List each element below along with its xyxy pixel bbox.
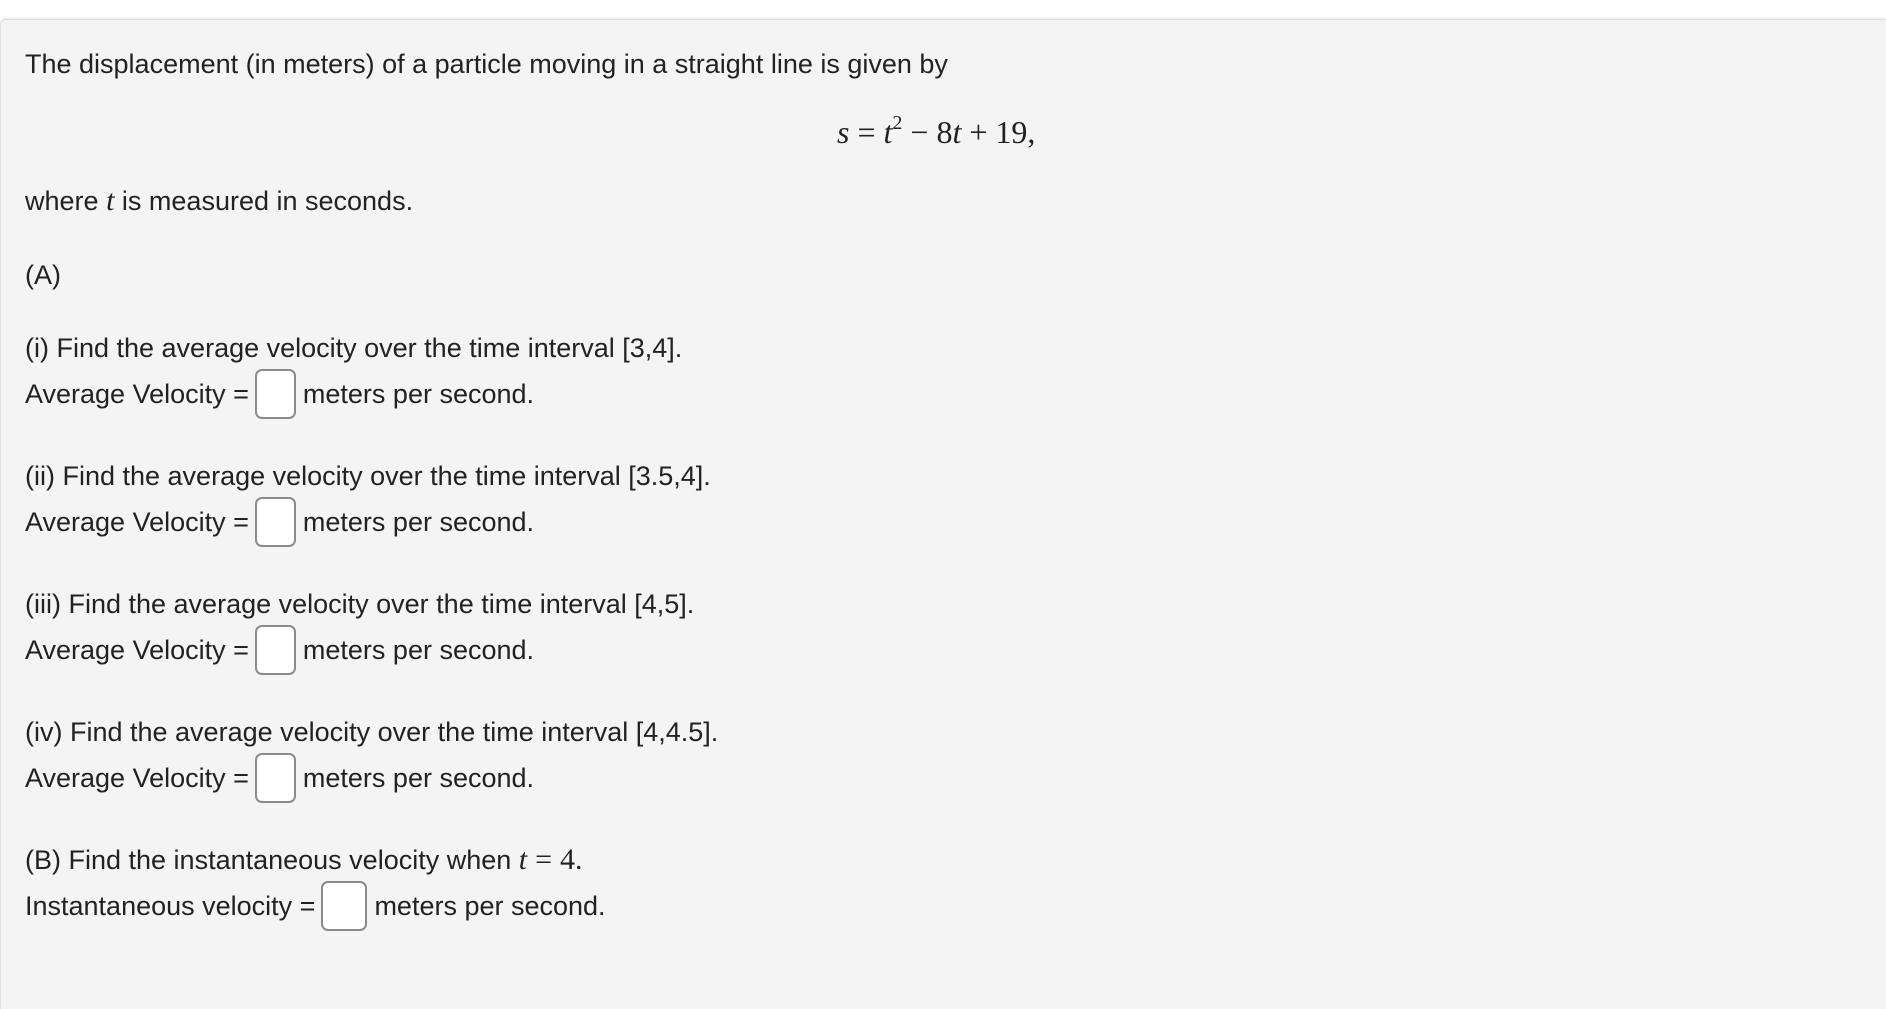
part-a-label: (A)	[25, 260, 61, 290]
question-2-answer-row: Average Velocity = meters per second.	[25, 497, 534, 547]
where-prefix: where	[25, 186, 99, 216]
question-2-prompt: (ii) Find the average velocity over the …	[25, 461, 711, 491]
where-var: t	[106, 184, 115, 217]
part-b-var: t	[518, 843, 528, 876]
part-b-prompt: (B) Find the instantaneous velocity when…	[25, 844, 583, 876]
question-4-units: meters per second.	[302, 763, 535, 793]
question-2-units: meters per second.	[302, 507, 535, 537]
question-4-answer-label: Average Velocity =	[25, 763, 249, 793]
part-b-answer-label: Instantaneous velocity =	[25, 891, 316, 921]
question-1-prompt: (i) Find the average velocity over the t…	[25, 333, 683, 363]
eq-plus: +	[969, 114, 988, 150]
part-b-prompt-prefix: (B) Find the instantaneous velocity when	[25, 845, 512, 875]
eq-lhs: s	[837, 114, 850, 150]
eq-exponent: 2	[892, 112, 903, 134]
eq-constant: 19,	[995, 114, 1036, 150]
question-1-answer-input[interactable]	[254, 369, 296, 419]
where-clause: where t is measured in seconds.	[25, 185, 413, 217]
part-b-units: meters per second.	[374, 891, 606, 921]
question-3-units: meters per second.	[302, 635, 535, 665]
part-b-equals: =	[535, 843, 553, 876]
question-3-answer-label: Average Velocity =	[25, 635, 249, 665]
eq-term2: 8t	[936, 114, 962, 150]
problem-intro: The displacement (in meters) of a partic…	[25, 49, 948, 79]
question-3-prompt: (iii) Find the average velocity over the…	[25, 589, 695, 619]
question-1-answer-row: Average Velocity = meters per second.	[25, 369, 534, 419]
question-4-answer-row: Average Velocity = meters per second.	[25, 753, 534, 803]
question-1-answer-label: Average Velocity =	[25, 379, 249, 409]
eq-minus: −	[910, 114, 929, 150]
question-1-units: meters per second.	[302, 379, 535, 409]
question-3-answer-row: Average Velocity = meters per second.	[25, 625, 534, 675]
question-2-answer-label: Average Velocity =	[25, 507, 249, 537]
part-b-answer-input[interactable]	[321, 881, 368, 931]
question-3-answer-input[interactable]	[254, 625, 296, 675]
eq-equals: =	[857, 114, 876, 150]
question-2-answer-input[interactable]	[254, 497, 296, 547]
question-4-prompt: (iv) Find the average velocity over the …	[25, 717, 719, 747]
question-4-answer-input[interactable]	[254, 753, 296, 803]
where-suffix: is measured in seconds.	[121, 186, 414, 216]
part-b-value: 4.	[560, 843, 583, 876]
displacement-equation: s = t2−8t +19,	[837, 112, 1035, 152]
part-b-answer-row: Instantaneous velocity = meters per seco…	[25, 881, 606, 931]
